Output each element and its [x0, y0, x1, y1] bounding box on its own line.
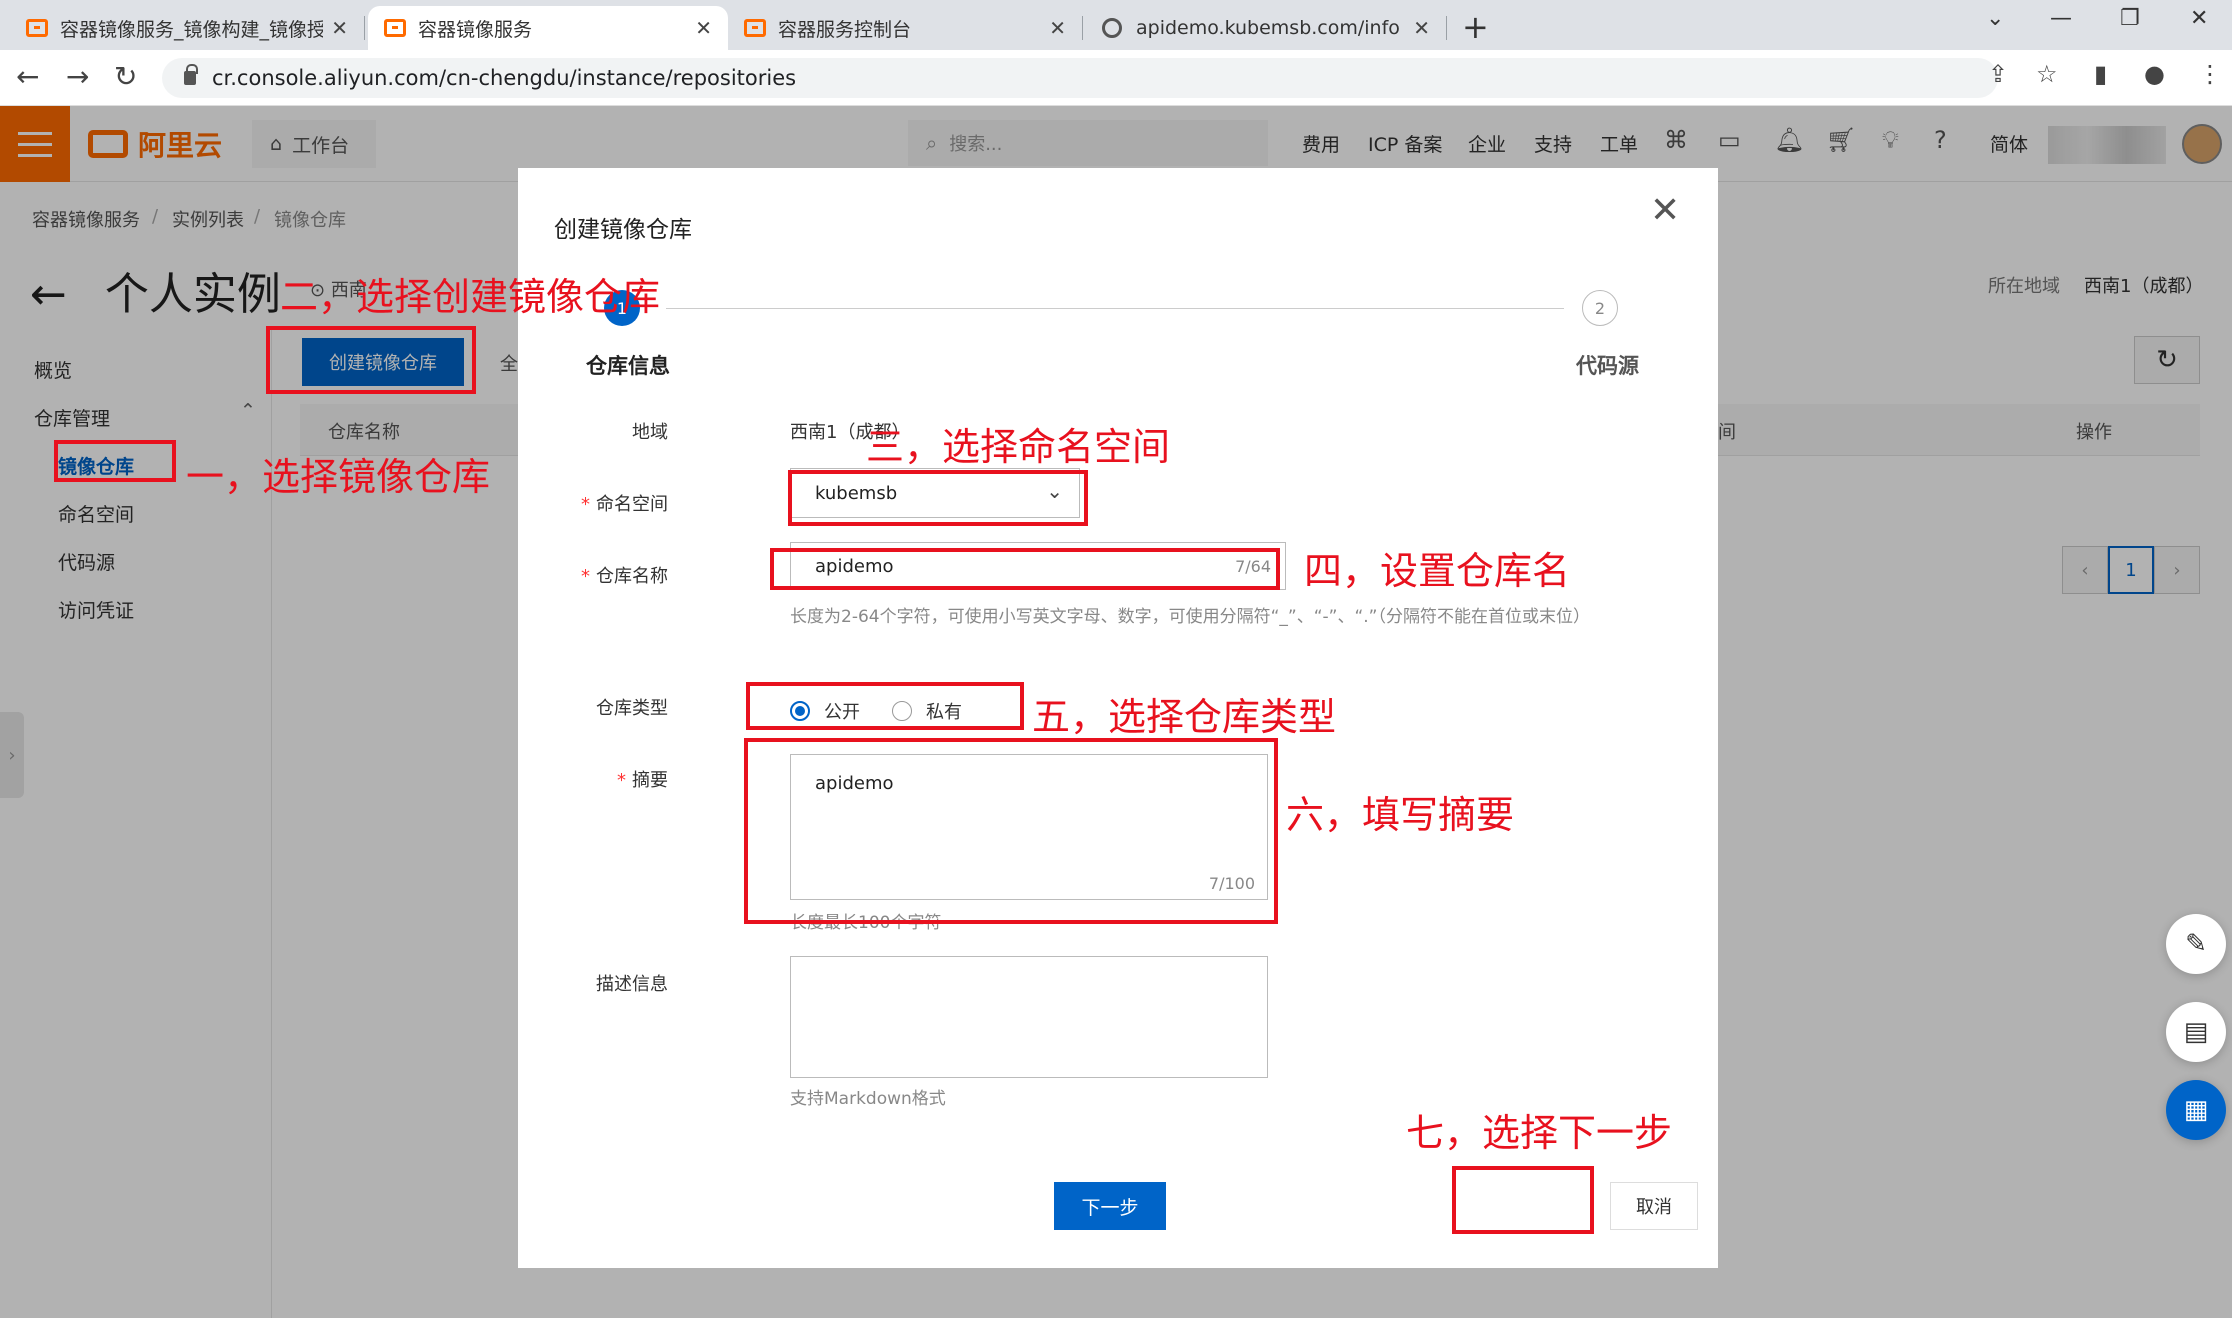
repo-name-hint: 长度为2-64个字符，可使用小写英文字母、数字，可使用分隔符“_”、“-”、“.…: [790, 607, 1590, 627]
annotation-box-step6: [744, 738, 1278, 924]
minimize-button[interactable]: —: [2050, 6, 2072, 31]
annotation-box-step2: [266, 326, 476, 394]
browser-tab[interactable]: 容器镜像服务_镜像构建_镜像授权 ✕: [10, 6, 365, 50]
region-field-label: 地域: [632, 422, 668, 443]
browser-tab[interactable]: apidemo.kubemsb.com/info ✕: [1086, 6, 1447, 50]
annotation-step7: 七，选择下一步: [1406, 1111, 1673, 1155]
description-textarea[interactable]: [790, 956, 1268, 1078]
next-step-button[interactable]: 下一步: [1054, 1182, 1166, 1230]
tab-title: apidemo.kubemsb.com/info: [1136, 17, 1400, 39]
close-tab-icon[interactable]: ✕: [695, 16, 712, 40]
edit-icon[interactable]: ✎: [2166, 914, 2226, 974]
annotation-step4: 四，设置仓库名: [1304, 549, 1571, 593]
annotation-box-step4: [770, 548, 1280, 590]
close-tab-icon[interactable]: ✕: [1413, 16, 1430, 40]
apps-grid-icon[interactable]: ▦: [2166, 1080, 2226, 1140]
browser-tab-bar: 容器镜像服务_镜像构建_镜像授权 ✕ 容器镜像服务 ✕ 容器服务控制台 ✕ ap…: [0, 0, 2232, 50]
step-connector: [666, 308, 1564, 309]
annotation-box-step5: [746, 682, 1024, 730]
step-2-label: 代码源: [1576, 354, 1639, 378]
side-panel-icon[interactable]: ▮: [2094, 60, 2107, 88]
reload-icon[interactable]: ↻: [114, 60, 137, 93]
lock-icon: [184, 64, 198, 85]
aliyun-favicon-icon: [26, 19, 48, 37]
dialog-title: 创建镜像仓库: [554, 217, 692, 243]
browser-tab-active[interactable]: 容器镜像服务 ✕: [368, 6, 728, 50]
close-icon[interactable]: ✕: [1650, 190, 1680, 231]
description-hint: 支持Markdown格式: [790, 1089, 946, 1109]
url-bar[interactable]: cr.console.aliyun.com/cn-chengdu/instanc…: [162, 58, 1998, 98]
profile-icon[interactable]: ●: [2144, 60, 2165, 88]
annotation-box-step3: [788, 470, 1088, 526]
tab-title: 容器镜像服务: [418, 18, 533, 41]
chat-icon[interactable]: ▤: [2166, 1002, 2226, 1062]
annotation-step6: 六，填写摘要: [1286, 793, 1515, 837]
share-icon[interactable]: ⇪: [1988, 60, 2008, 88]
browser-tab[interactable]: 容器服务控制台 ✕: [728, 6, 1083, 50]
globe-icon: [1102, 18, 1122, 38]
forward-arrow-icon[interactable]: →: [66, 60, 89, 93]
description-field-label: 描述信息: [596, 974, 668, 995]
annotation-step1: 一，选择镜像仓库: [186, 455, 491, 499]
summary-field-label: * 摘要: [617, 770, 668, 791]
aliyun-favicon-icon: [744, 19, 766, 37]
address-toolbar: ← → ↻ cr.console.aliyun.com/cn-chengdu/i…: [0, 50, 2232, 106]
annotation-step3: 三，选择命名空间: [866, 425, 1171, 469]
aliyun-favicon-icon: [384, 19, 406, 37]
tab-title: 容器镜像服务_镜像构建_镜像授权: [60, 18, 324, 41]
back-arrow-icon[interactable]: ←: [16, 60, 39, 93]
close-tab-icon[interactable]: ✕: [1049, 16, 1066, 40]
new-tab-button[interactable]: +: [1462, 8, 1489, 46]
repo-name-field-label: * 仓库名称: [581, 566, 668, 587]
cancel-button[interactable]: 取消: [1610, 1182, 1698, 1230]
annotation-box-step7: [1452, 1166, 1594, 1234]
bookmark-star-icon[interactable]: ☆: [2036, 60, 2058, 88]
step-2-indicator: 2: [1582, 290, 1618, 326]
namespace-field-label: * 命名空间: [581, 494, 668, 515]
annotation-step2: 二，选择创建镜像仓库: [280, 275, 661, 319]
tab-title: 容器服务控制台: [778, 18, 912, 41]
browser-menu-icon[interactable]: ⋮: [2198, 60, 2222, 88]
close-window-button[interactable]: ✕: [2190, 6, 2208, 31]
url-text: cr.console.aliyun.com/cn-chengdu/instanc…: [212, 66, 797, 90]
step-1-label: 仓库信息: [586, 354, 670, 378]
restore-button[interactable]: ❐: [2120, 6, 2140, 31]
close-tab-icon[interactable]: ✕: [331, 16, 348, 40]
annotation-step5: 五，选择仓库类型: [1032, 695, 1337, 739]
tab-search-chevron-icon[interactable]: ⌄: [1986, 6, 2004, 31]
annotation-box-step1: [54, 440, 176, 482]
repo-type-field-label: 仓库类型: [596, 698, 668, 719]
